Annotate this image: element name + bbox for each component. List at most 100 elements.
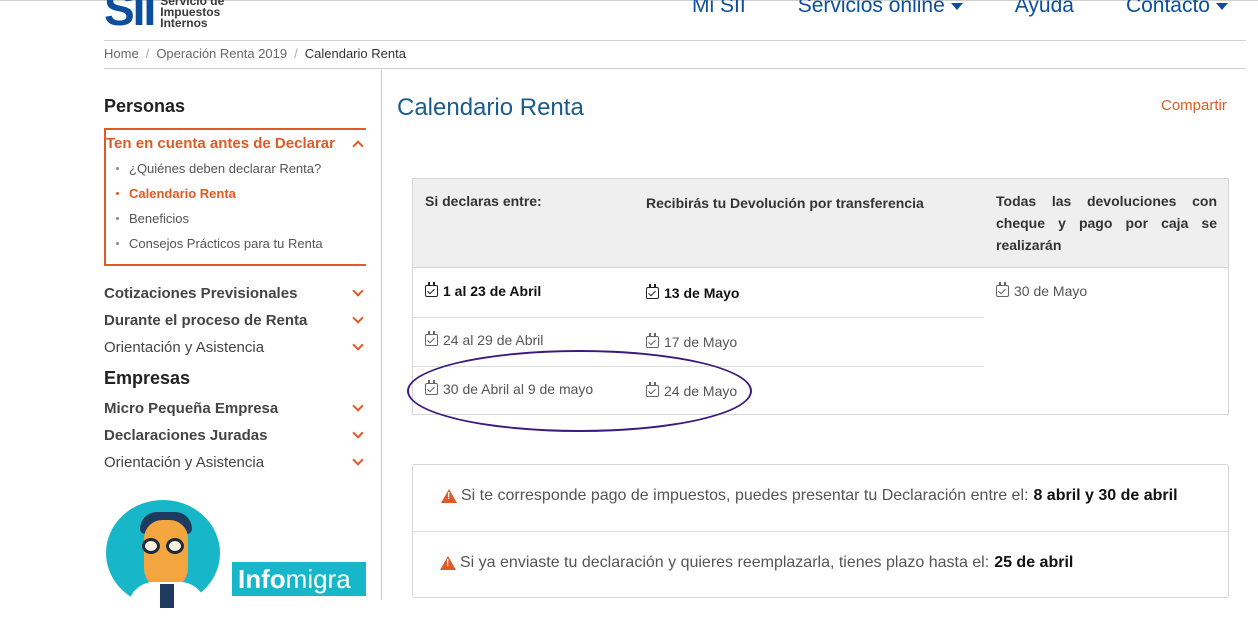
chevron-down-icon (352, 427, 364, 439)
sub-item-label: Beneficios (129, 211, 189, 226)
breadcrumb-divider (104, 68, 1246, 69)
sidebar-divider (381, 70, 382, 600)
calendar-check-icon (425, 282, 438, 297)
transfer-text: 24 de Mayo (664, 383, 738, 399)
note-payment: Si te corresponde pago de impuestos, pue… (413, 487, 1228, 505)
table-header: Si declaras entre: Recibirás tu Devoluci… (413, 179, 1228, 268)
nav-servicios-online[interactable]: Servicios online (798, 0, 963, 18)
sidebar-item-micro-empresa[interactable]: Micro Pequeña Empresa (104, 395, 366, 422)
sidebar-item-label: Micro Pequeña Empresa (104, 400, 279, 417)
main-nav: Mi SII Servicios online Ayuda Contacto (692, 0, 1228, 18)
sidebar-sub-item[interactable]: Consejos Prácticos para tu Renta (116, 231, 366, 256)
sidebar-open-section: Ten en cuenta antes de Declarar ¿Quiénes… (104, 128, 366, 266)
table-cheque-date: 30 de Mayo (996, 282, 1088, 299)
nav-label: Contacto (1125, 0, 1210, 17)
logo-line-3: Internos (160, 16, 208, 30)
note-replace: Si ya enviaste tu declaración y quieres … (413, 554, 1228, 572)
sidebar-item-declaraciones-juradas[interactable]: Declaraciones Juradas (104, 422, 366, 449)
bullet-icon (116, 242, 119, 245)
site-header: SII Servicio de Impuestos Internos Mi SI… (0, 0, 1258, 41)
period-text: 1 al 23 de Abril (443, 283, 542, 299)
note-highlight: 25 de abril (994, 554, 1074, 571)
share-link[interactable]: Compartir (1161, 97, 1227, 114)
breadcrumb-operacion-renta[interactable]: Operación Renta 2019 (156, 46, 287, 61)
logo-mark: SII (104, 0, 156, 35)
nav-label: Ayuda (1014, 0, 1074, 17)
nav-label: Mi SII (692, 0, 746, 17)
note-divider (413, 531, 1228, 532)
warning-icon (440, 556, 456, 570)
sidebar-sub-item[interactable]: Beneficios (116, 206, 366, 231)
sidebar-sub-list: ¿Quiénes deben declarar Renta? Calendari… (106, 156, 366, 264)
sub-item-label: ¿Quiénes deben declarar Renta? (129, 161, 322, 176)
sidebar-item-label: Orientación y Asistencia (104, 454, 265, 471)
header-divider (104, 40, 1246, 41)
note-text: Si ya enviaste tu declaración y quieres … (460, 554, 990, 571)
caret-down-icon (950, 2, 963, 10)
calendar-check-icon (425, 331, 438, 346)
nav-ayuda[interactable]: Ayuda (1015, 0, 1074, 18)
breadcrumb-separator: / (294, 46, 298, 61)
caret-down-icon (1216, 2, 1228, 10)
chevron-down-icon (352, 400, 364, 412)
chevron-down-icon (352, 454, 364, 466)
nav-mi-sii[interactable]: Mi SII (692, 0, 746, 18)
calendar-table: Si declaras entre: Recibirás tu Devoluci… (412, 178, 1229, 415)
sidebar-heading-empresas: Empresas (104, 367, 191, 388)
sidebar-sub-item-active[interactable]: Calendario Renta (116, 181, 366, 206)
sidebar-item-cotizaciones[interactable]: Cotizaciones Previsionales (104, 280, 366, 307)
table-row-transfer: 24 de Mayo (646, 382, 738, 399)
table-row-period: 1 al 23 de Abril (425, 282, 542, 299)
breadcrumb: Home / Operación Renta 2019 / Calendario… (104, 46, 406, 61)
chevron-up-icon (352, 139, 364, 152)
chevron-down-icon (352, 285, 364, 297)
sidebar-item-orientacion-empresas[interactable]: Orientación y Asistencia (104, 449, 366, 476)
calendar-check-icon (996, 282, 1009, 297)
mascot-tie (160, 584, 174, 608)
cheque-text: 30 de Mayo (1014, 283, 1088, 299)
header-period: Si declaras entre: (425, 193, 542, 209)
sidebar-sub-item[interactable]: ¿Quiénes deben declarar Renta? (116, 156, 366, 181)
calendar-check-icon (646, 284, 659, 299)
infomigra-label: Infomigra (232, 562, 366, 596)
transfer-text: 17 de Mayo (664, 334, 738, 350)
sidebar-item-orientacion[interactable]: Orientación y Asistencia (104, 334, 366, 361)
mascot-face (144, 520, 188, 590)
logo-text: Servicio de Impuestos Internos (160, 0, 224, 29)
sidebar-item-proceso-renta[interactable]: Durante el proceso de Renta (104, 307, 366, 334)
sidebar: Personas Ten en cuenta antes de Declarar… (104, 96, 366, 476)
calendar-check-icon (425, 380, 438, 395)
warning-icon (441, 489, 457, 503)
banner-text-bold: Info (238, 564, 286, 594)
bullet-icon (116, 192, 119, 195)
page-title: Calendario Renta (397, 94, 584, 121)
nav-contacto[interactable]: Contacto (1126, 0, 1228, 18)
mascot-glasses (142, 538, 194, 554)
sidebar-item-label: Durante el proceso de Renta (104, 312, 308, 329)
period-text: 24 al 29 de Abril (443, 332, 544, 348)
row-divider (413, 317, 984, 318)
breadcrumb-current: Calendario Renta (304, 46, 406, 61)
note-text: Si te corresponde pago de impuestos, pue… (461, 487, 1029, 504)
sidebar-item-label: Declaraciones Juradas (104, 427, 268, 444)
sub-item-label: Consejos Prácticos para tu Renta (129, 236, 323, 251)
sidebar-section-toggle[interactable]: Ten en cuenta antes de Declarar (106, 130, 366, 156)
header-cheque: Todas las devoluciones con cheque y pago… (996, 193, 1217, 253)
sidebar-section-label: Ten en cuenta antes de Declarar (106, 134, 335, 152)
sii-logo[interactable]: SII Servicio de Impuestos Internos (104, 0, 224, 32)
table-row-transfer: 13 de Mayo (646, 284, 739, 301)
nav-label: Servicios online (797, 0, 945, 17)
chevron-down-icon (352, 312, 364, 324)
bullet-icon (116, 217, 119, 220)
note-highlight: 8 abril y 30 de abril (1033, 487, 1178, 504)
sidebar-item-label: Cotizaciones Previsionales (104, 285, 298, 302)
sidebar-item-label: Orientación y Asistencia (104, 339, 265, 356)
period-text: 30 de Abril al 9 de mayo (443, 381, 594, 397)
infomigra-banner[interactable]: Infomigra (104, 498, 366, 608)
breadcrumb-separator: / (145, 46, 150, 61)
table-row-period: 24 al 29 de Abril (425, 331, 544, 348)
chevron-down-icon (352, 339, 364, 351)
sidebar-heading-personas: Personas (104, 96, 186, 116)
breadcrumb-home[interactable]: Home (104, 46, 139, 61)
calendar-check-icon (646, 333, 659, 348)
